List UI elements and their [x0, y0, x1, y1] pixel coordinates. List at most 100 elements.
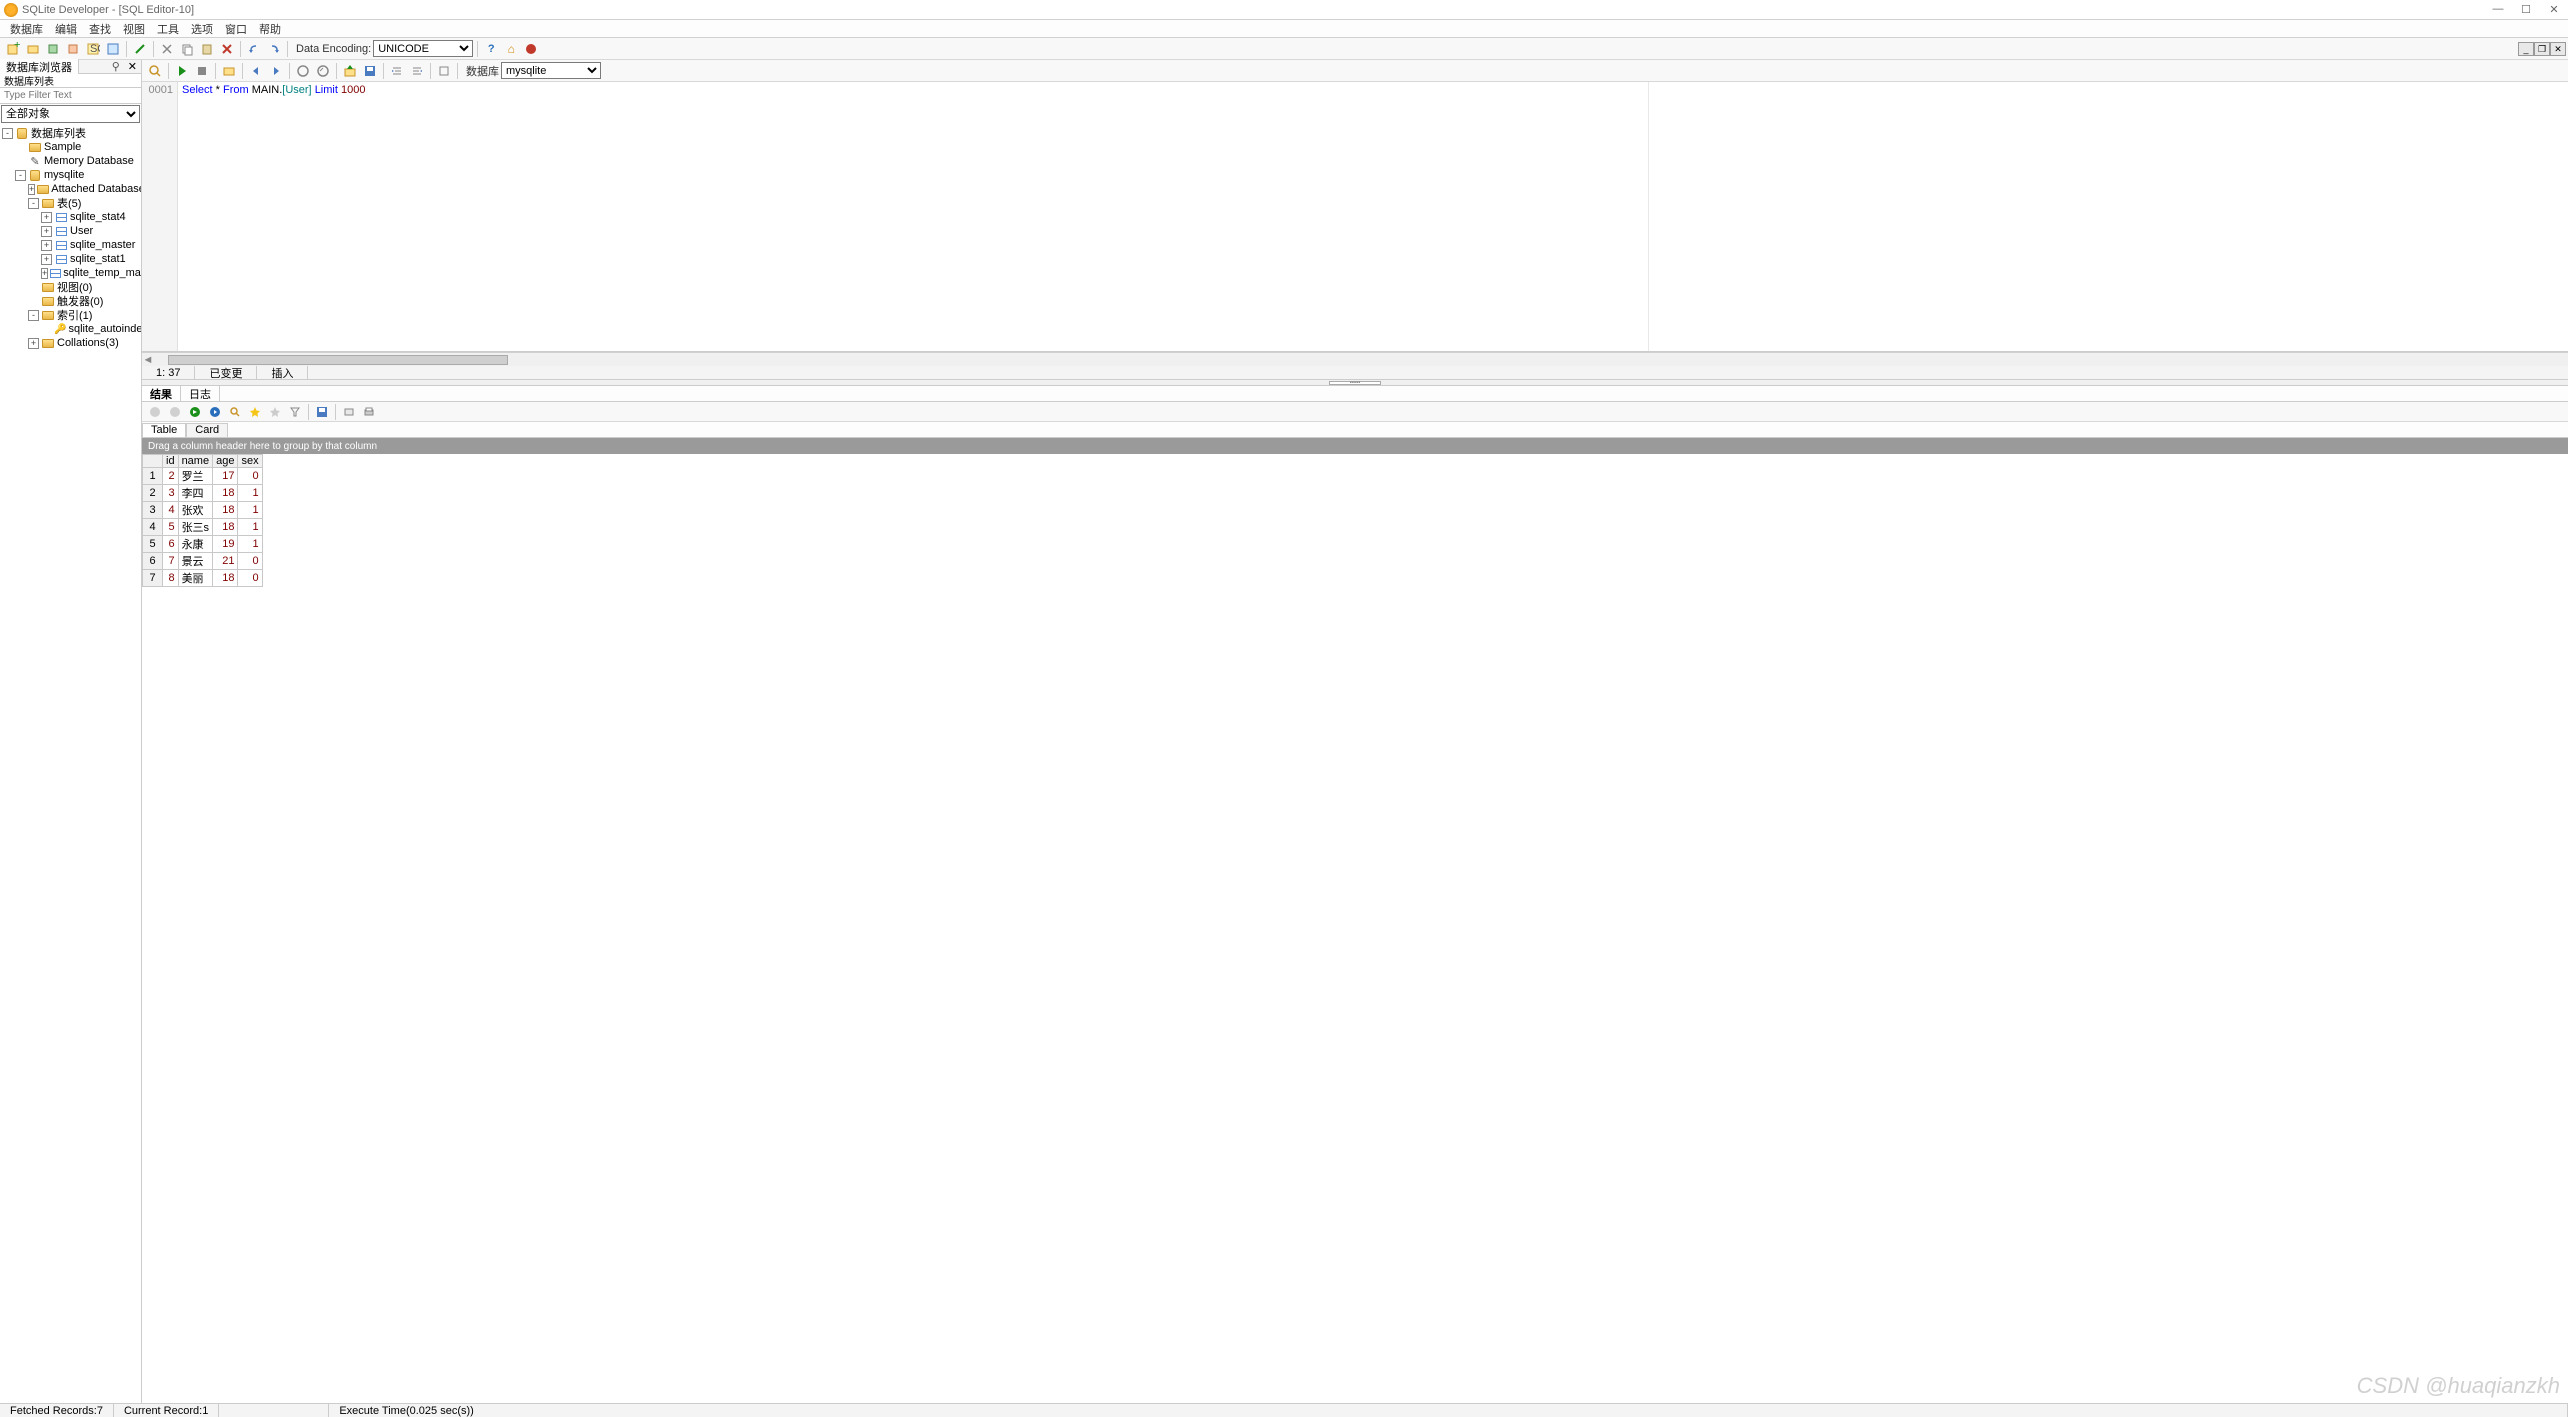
expand-icon[interactable]: +: [41, 212, 52, 223]
minimize-button[interactable]: —: [2484, 3, 2512, 16]
search-grid-icon[interactable]: [226, 403, 244, 421]
cell-id[interactable]: 4: [163, 502, 179, 519]
tree-indexes[interactable]: -索引(1): [0, 308, 141, 322]
indent-icon[interactable]: [388, 62, 406, 80]
cell-age[interactable]: 18: [213, 485, 238, 502]
stop-query-icon[interactable]: [193, 62, 211, 80]
mdi-maximize[interactable]: ❐: [2534, 42, 2550, 56]
tree-table-stat1[interactable]: +sqlite_stat1: [0, 252, 141, 266]
menu-window[interactable]: 窗口: [219, 21, 253, 37]
close-button[interactable]: ✕: [2540, 3, 2568, 16]
menu-tools[interactable]: 工具: [151, 21, 185, 37]
find-icon[interactable]: [146, 62, 164, 80]
sidebar-section-tab[interactable]: 数据库列表: [0, 74, 141, 88]
expand-icon[interactable]: +: [28, 184, 35, 195]
col-sex[interactable]: sex: [238, 455, 262, 468]
maximize-button[interactable]: ☐: [2512, 3, 2540, 16]
collapse-icon[interactable]: -: [15, 170, 26, 181]
tree-mysqlite[interactable]: -mysqlite: [0, 168, 141, 182]
tree-memory[interactable]: ✎Memory Database: [0, 154, 141, 168]
sql-editor-icon[interactable]: SQL: [84, 40, 102, 58]
cell-sex[interactable]: 1: [238, 519, 262, 536]
cell-age[interactable]: 21: [213, 553, 238, 570]
editor-hscrollbar[interactable]: ◄: [142, 352, 2568, 366]
col-id[interactable]: id: [163, 455, 179, 468]
cell-age[interactable]: 17: [213, 468, 238, 485]
cell-age[interactable]: 19: [213, 536, 238, 553]
tree-table-stat4[interactable]: +sqlite_stat4: [0, 210, 141, 224]
table-row[interactable]: 12罗兰170: [143, 468, 263, 485]
collapse-icon[interactable]: -: [28, 310, 39, 321]
results-grid[interactable]: id name age sex 12罗兰17023李四18134张欢18145张…: [142, 454, 263, 587]
table-row[interactable]: 34张欢181: [143, 502, 263, 519]
encoding-select[interactable]: UNICODE: [373, 40, 473, 57]
cell-id[interactable]: 3: [163, 485, 179, 502]
cell-name[interactable]: 美丽: [178, 570, 213, 587]
save-icon[interactable]: [361, 62, 379, 80]
next-record-icon[interactable]: [206, 403, 224, 421]
redo-icon[interactable]: [265, 40, 283, 58]
menu-edit[interactable]: 编辑: [49, 21, 83, 37]
open-file-icon[interactable]: [220, 62, 238, 80]
cell-id[interactable]: 2: [163, 468, 179, 485]
group-by-header[interactable]: Drag a column header here to group by th…: [142, 438, 2568, 454]
table-row[interactable]: 78美丽180: [143, 570, 263, 587]
rollback-icon[interactable]: [314, 62, 332, 80]
col-age[interactable]: age: [213, 455, 238, 468]
edit-icon[interactable]: [131, 40, 149, 58]
cell-name[interactable]: 李四: [178, 485, 213, 502]
database-select[interactable]: mysqlite: [501, 62, 601, 79]
unregister-icon[interactable]: [64, 40, 82, 58]
view-tab-table[interactable]: Table: [142, 423, 186, 437]
format-icon[interactable]: [435, 62, 453, 80]
tree-table-temp-master[interactable]: +sqlite_temp_master: [0, 266, 141, 280]
cell-name[interactable]: 罗兰: [178, 468, 213, 485]
mdi-close[interactable]: ✕: [2550, 42, 2566, 56]
export-icon[interactable]: [341, 62, 359, 80]
commit-icon[interactable]: [294, 62, 312, 80]
home-icon[interactable]: ⌂: [502, 40, 520, 58]
cell-sex[interactable]: 1: [238, 502, 262, 519]
tree-sample[interactable]: Sample: [0, 140, 141, 154]
collapse-icon[interactable]: -: [28, 198, 39, 209]
cell-id[interactable]: 5: [163, 519, 179, 536]
expand-icon[interactable]: +: [28, 338, 39, 349]
cell-id[interactable]: 8: [163, 570, 179, 587]
refresh-icon[interactable]: [186, 403, 204, 421]
cell-id[interactable]: 7: [163, 553, 179, 570]
paste-icon[interactable]: [198, 40, 216, 58]
undo-icon[interactable]: [245, 40, 263, 58]
delete-icon[interactable]: [218, 40, 236, 58]
splitter-grip-icon[interactable]: ▪▪▪▪▪: [1329, 381, 1381, 385]
print-preview-icon[interactable]: [340, 403, 358, 421]
cell-name[interactable]: 永康: [178, 536, 213, 553]
cell-name[interactable]: 张三s: [178, 519, 213, 536]
sql-editor[interactable]: 0001 Select * From MAIN.[User] Limit 100…: [142, 82, 2568, 352]
tree-table-master[interactable]: +sqlite_master: [0, 238, 141, 252]
cell-sex[interactable]: 1: [238, 485, 262, 502]
tree-root[interactable]: -数据库列表: [0, 126, 141, 140]
cell-name[interactable]: 景云: [178, 553, 213, 570]
run-icon[interactable]: [173, 62, 191, 80]
tree-index-user[interactable]: 🔑sqlite_autoindex_User_1: [0, 322, 141, 336]
sidebar-object-filter[interactable]: 全部对象: [1, 105, 140, 123]
open-icon[interactable]: [24, 40, 42, 58]
save-grid-icon[interactable]: [313, 403, 331, 421]
filter-icon[interactable]: [286, 403, 304, 421]
sql-monitor-icon[interactable]: [104, 40, 122, 58]
table-row[interactable]: 23李四181: [143, 485, 263, 502]
menu-options[interactable]: 选项: [185, 21, 219, 37]
cell-age[interactable]: 18: [213, 519, 238, 536]
expand-icon[interactable]: +: [41, 226, 52, 237]
register-icon[interactable]: [44, 40, 62, 58]
tree-triggers[interactable]: 触发器(0): [0, 294, 141, 308]
help-icon[interactable]: ?: [482, 40, 500, 58]
cell-age[interactable]: 18: [213, 502, 238, 519]
cell-name[interactable]: 张欢: [178, 502, 213, 519]
scroll-thumb[interactable]: [168, 355, 508, 365]
next-icon[interactable]: [267, 62, 285, 80]
cut-icon[interactable]: [158, 40, 176, 58]
expand-icon[interactable]: +: [41, 254, 52, 265]
bookmark-grey-icon[interactable]: [266, 403, 284, 421]
menu-database[interactable]: 数据库: [4, 21, 49, 37]
